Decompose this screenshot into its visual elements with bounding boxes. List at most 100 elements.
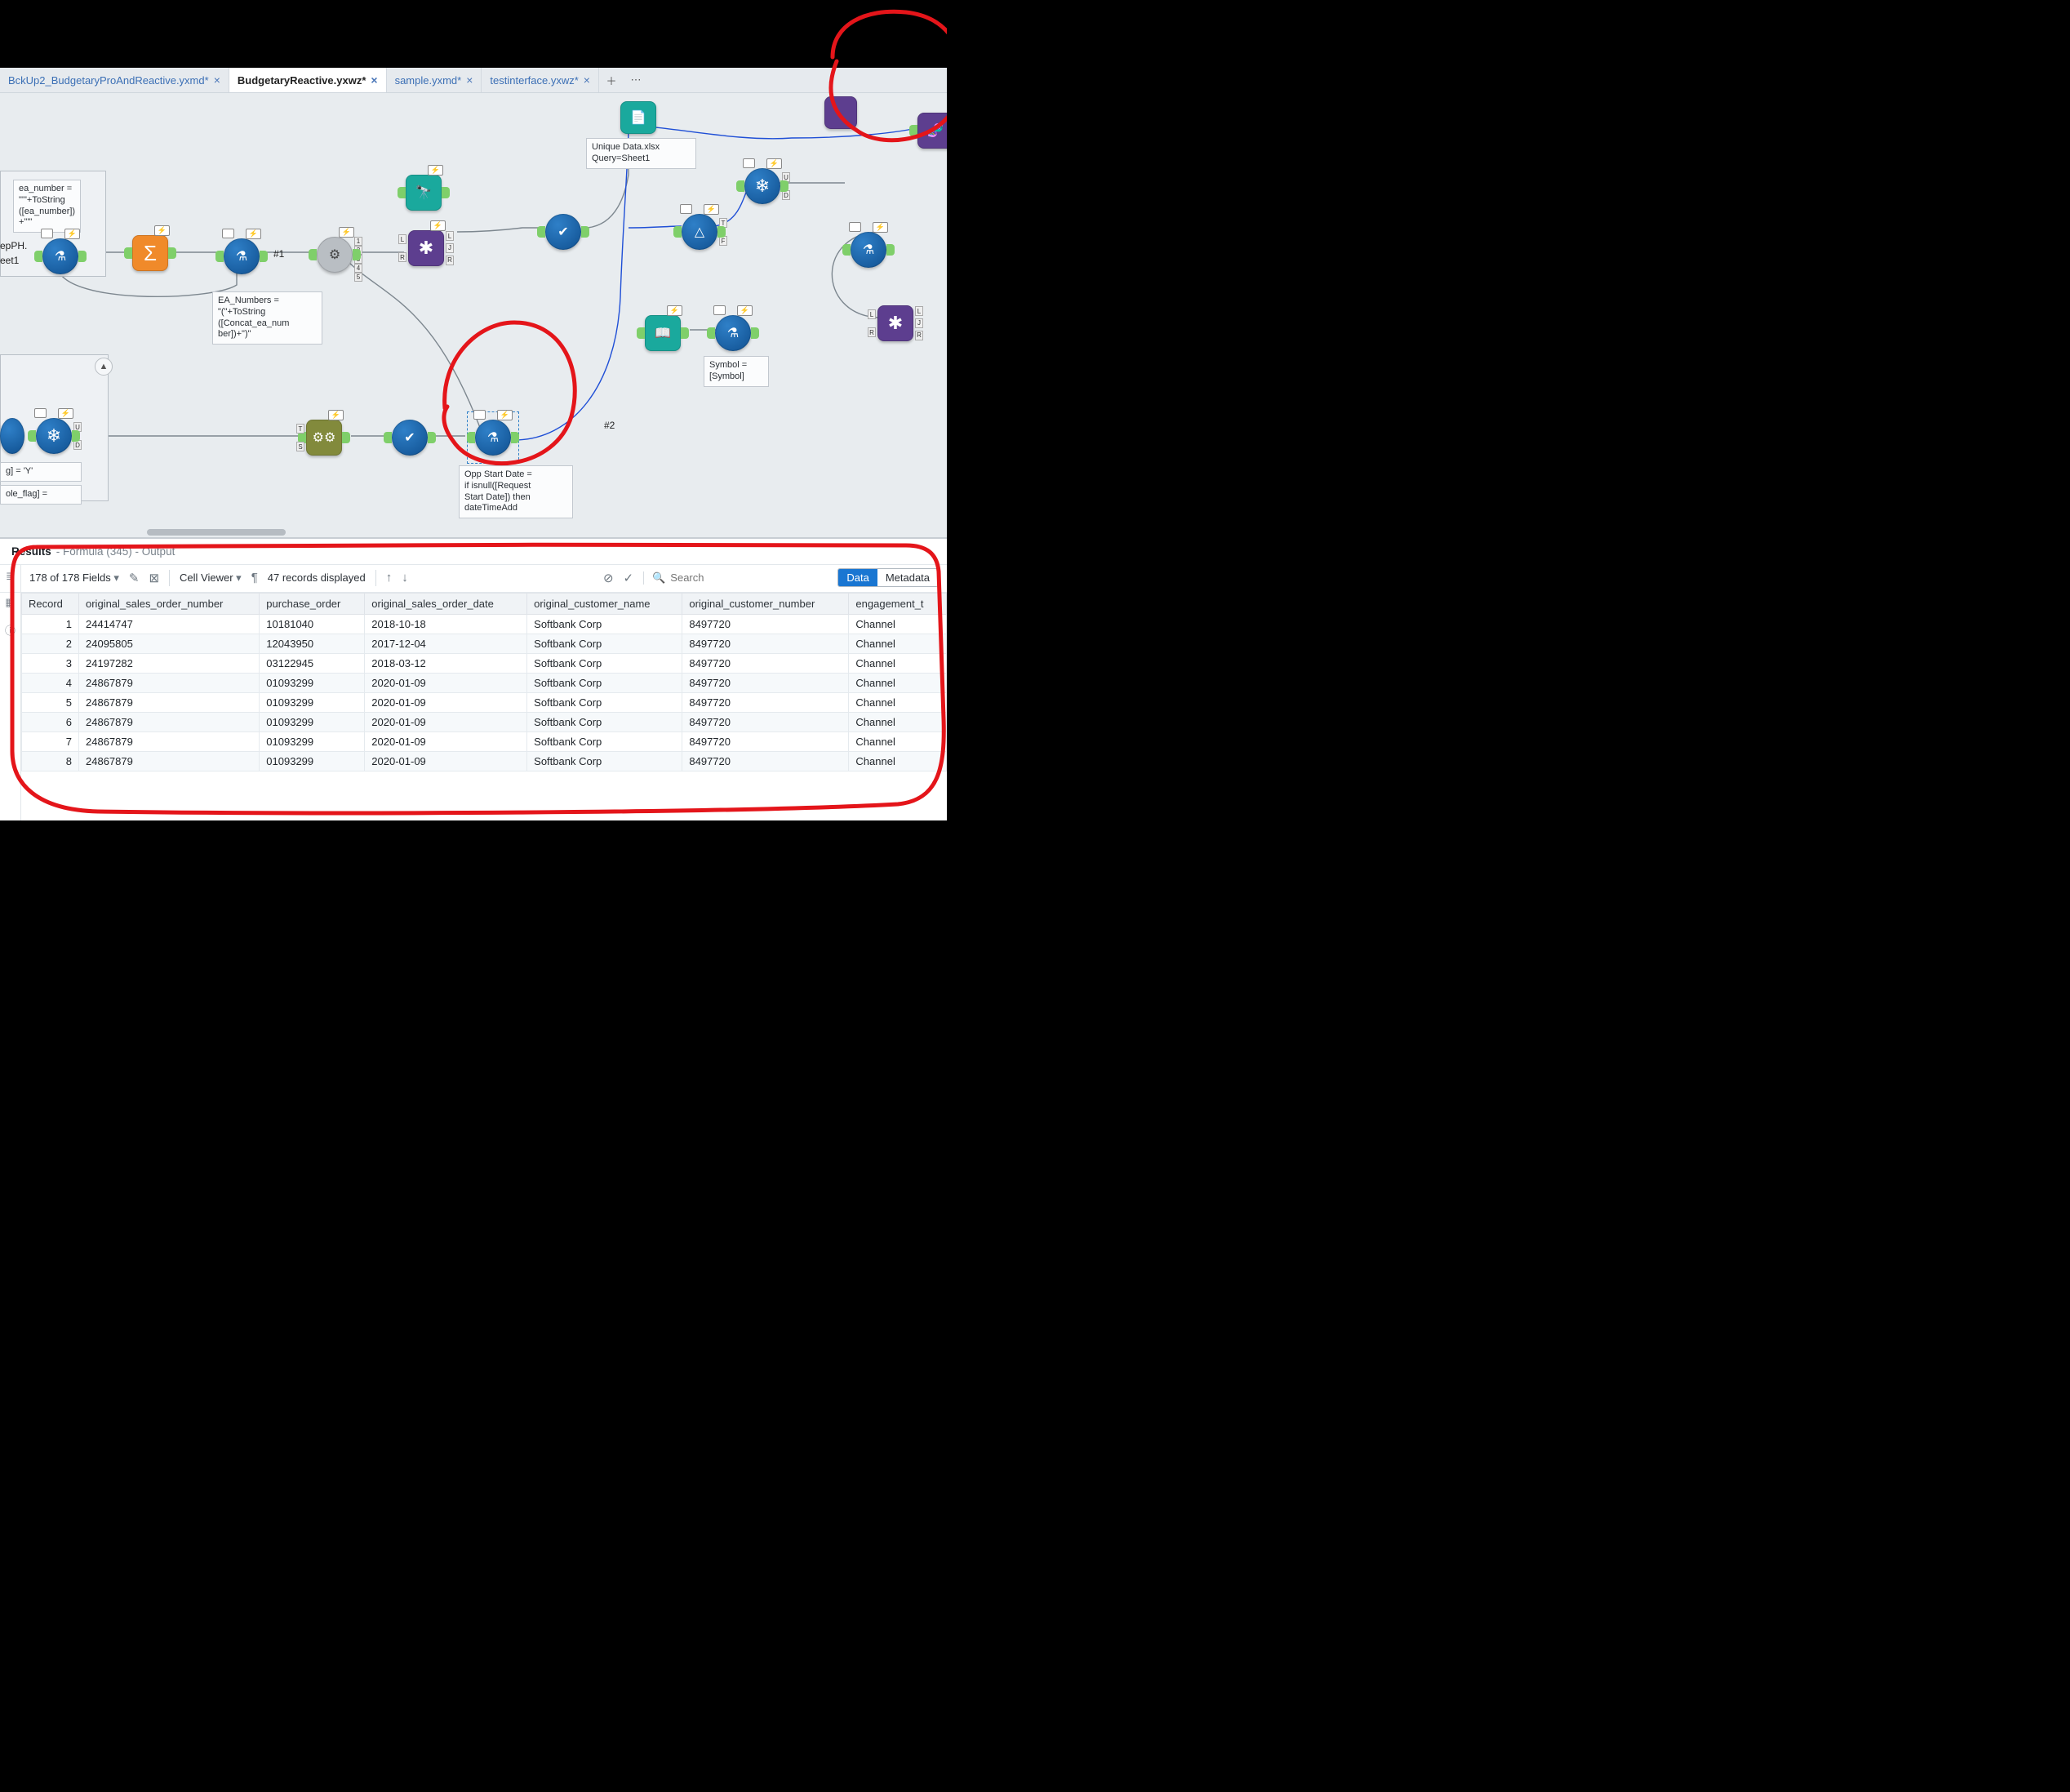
table-row[interactable]: 424867879010932992020-01-09Softbank Corp… bbox=[22, 674, 947, 693]
toggle-metadata[interactable]: Metadata bbox=[877, 569, 938, 586]
close-icon[interactable]: × bbox=[584, 74, 590, 86]
pilcrow-icon[interactable]: ¶ bbox=[251, 571, 258, 585]
book-icon: 📖 bbox=[655, 325, 671, 341]
annotation-ea-number: ea_number = "'"+ToString ([ea_number]) +… bbox=[13, 180, 81, 233]
table-cell: 2020-01-09 bbox=[365, 713, 527, 732]
partial-tool[interactable] bbox=[0, 418, 24, 454]
results-title: Results bbox=[11, 545, 51, 558]
tab-budgetary-reactive[interactable]: BudgetaryReactive.yxwz*× bbox=[229, 68, 387, 92]
filter-icon: △ bbox=[695, 224, 704, 240]
snowflake-tool-2[interactable]: Q❄UD bbox=[36, 418, 72, 454]
table-cell: 2020-01-09 bbox=[365, 732, 527, 752]
tab-overflow-button[interactable]: ⋯ bbox=[624, 68, 648, 92]
apply-icon[interactable]: ✓ bbox=[624, 571, 634, 585]
table-cell: Softbank Corp bbox=[527, 615, 682, 634]
table-cell: 03122945 bbox=[260, 654, 365, 674]
dynamic-tool[interactable]: ⚙⚙TS bbox=[306, 420, 342, 456]
list-icon[interactable]: ≣ bbox=[6, 570, 15, 583]
cell-viewer-dropdown[interactable]: Cell Viewer bbox=[180, 571, 242, 585]
table-cell: 8 bbox=[22, 752, 79, 771]
table-cell: 6 bbox=[22, 713, 79, 732]
tab-testinterface[interactable]: testinterface.yxwz*× bbox=[482, 68, 599, 92]
table-cell: Softbank Corp bbox=[527, 693, 682, 713]
search-input[interactable] bbox=[670, 571, 828, 584]
results-subtitle: - Formula (345) - Output bbox=[56, 545, 175, 558]
column-header[interactable]: purchase_order bbox=[260, 594, 365, 615]
canvas-scrollbar[interactable] bbox=[147, 529, 286, 536]
tab-sample[interactable]: sample.yxmd*× bbox=[387, 68, 482, 92]
table-cell: Softbank Corp bbox=[527, 634, 682, 654]
formula-icon: ⚗ bbox=[236, 248, 247, 265]
table-cell: 2020-01-09 bbox=[365, 693, 527, 713]
join-tool-2[interactable]: ✱LRLJR bbox=[877, 305, 913, 341]
clear-icon[interactable]: ⊠ bbox=[149, 571, 159, 585]
cancel-icon[interactable]: ⊘ bbox=[603, 571, 614, 585]
column-header[interactable]: original_sales_order_date bbox=[365, 594, 527, 615]
table-cell: 8497720 bbox=[682, 732, 849, 752]
find-replace-tool[interactable]: 🔭 bbox=[406, 175, 442, 211]
results-table-wrap[interactable]: Recordoriginal_sales_order_numberpurchas… bbox=[21, 593, 947, 771]
formula-tool-4[interactable]: Q⚗ bbox=[851, 232, 886, 268]
data-metadata-toggle[interactable]: Data Metadata bbox=[837, 568, 939, 587]
table-cell: 3 bbox=[22, 654, 79, 674]
input-data-tool[interactable]: 📄 bbox=[620, 101, 656, 134]
table-row[interactable]: 724867879010932992020-01-09Softbank Corp… bbox=[22, 732, 947, 752]
table-cell: Softbank Corp bbox=[527, 674, 682, 693]
macro-input-tool[interactable]: 📖 bbox=[645, 315, 681, 351]
table-cell: Channel bbox=[849, 693, 947, 713]
close-icon[interactable]: × bbox=[214, 74, 220, 86]
table-row[interactable]: 324197282031229452018-03-12Softbank Corp… bbox=[22, 654, 947, 674]
table-row[interactable]: 824867879010932992020-01-09Softbank Corp… bbox=[22, 752, 947, 771]
formula-tool-2[interactable]: Q⚗ bbox=[224, 238, 260, 274]
python-icon: ⚙ bbox=[329, 247, 340, 263]
summarize-tool[interactable]: Σ bbox=[132, 235, 168, 271]
table-cell: 8497720 bbox=[682, 713, 849, 732]
table-row[interactable]: 524867879010932992020-01-09Softbank Corp… bbox=[22, 693, 947, 713]
grid-icon[interactable]: ▦ bbox=[5, 596, 15, 609]
join-icon: ✱ bbox=[888, 313, 903, 334]
records-displayed: 47 records displayed bbox=[268, 571, 366, 584]
formula-tool-selected[interactable]: Q⚗ bbox=[475, 420, 511, 456]
table-cell: 01093299 bbox=[260, 693, 365, 713]
label-hash2: #2 bbox=[604, 420, 615, 431]
annotation-flag: ole_flag] = bbox=[0, 485, 82, 505]
column-header[interactable]: original_customer_name bbox=[527, 594, 682, 615]
snowflake-icon: ❄ bbox=[755, 176, 770, 197]
column-header[interactable]: original_customer_number bbox=[682, 594, 849, 615]
table-cell: 24867879 bbox=[79, 693, 260, 713]
info-icon[interactable]: ⓘ bbox=[5, 622, 16, 638]
column-header[interactable]: engagement_t bbox=[849, 594, 947, 615]
column-header[interactable]: original_sales_order_number bbox=[79, 594, 260, 615]
snowflake-icon: ❄ bbox=[47, 425, 61, 447]
snowflake-tool[interactable]: Q❄UD bbox=[744, 168, 780, 204]
dna-tool[interactable]: 🧬 bbox=[917, 113, 947, 149]
table-cell: Channel bbox=[849, 752, 947, 771]
filter-tool[interactable]: Q△TF bbox=[682, 214, 717, 250]
collapse-button[interactable]: ▲ bbox=[95, 358, 113, 376]
toggle-data[interactable]: Data bbox=[838, 569, 877, 586]
close-icon[interactable]: × bbox=[371, 74, 377, 86]
column-header[interactable]: Record bbox=[22, 594, 79, 615]
join-tool[interactable]: ✱ LRLJR bbox=[408, 230, 444, 266]
formula-tool-3[interactable]: Q⚗ bbox=[715, 315, 751, 351]
results-panel: Results - Formula (345) - Output ≣ ▦ ⓘ 1… bbox=[0, 537, 947, 820]
python-tool[interactable]: ⚙ 12345 bbox=[317, 237, 353, 273]
table-cell: Channel bbox=[849, 654, 947, 674]
new-tab-button[interactable]: ＋ bbox=[599, 68, 624, 92]
tab-bckup2[interactable]: BckUp2_BudgetaryProAndReactive.yxmd*× bbox=[0, 68, 229, 92]
table-row[interactable]: 124414747101810402018-10-18Softbank Corp… bbox=[22, 615, 947, 634]
arrow-down-icon[interactable]: ↓ bbox=[402, 571, 408, 585]
table-cell: Channel bbox=[849, 634, 947, 654]
edit-icon[interactable]: ✎ bbox=[129, 571, 140, 585]
workflow-canvas[interactable]: ea_number = "'"+ToString ([ea_number]) +… bbox=[0, 92, 947, 537]
fields-dropdown[interactable]: 178 of 178 Fields bbox=[29, 571, 119, 585]
annotation-gy: g] = 'Y' bbox=[0, 462, 82, 482]
table-row[interactable]: 224095805120439502017-12-04Softbank Corp… bbox=[22, 634, 947, 654]
select-tool-2[interactable]: ✔ bbox=[392, 420, 428, 456]
table-row[interactable]: 624867879010932992020-01-09Softbank Corp… bbox=[22, 713, 947, 732]
close-icon[interactable]: × bbox=[466, 74, 473, 86]
formula-tool[interactable]: Q⚗ bbox=[42, 238, 78, 274]
append-tool[interactable] bbox=[824, 96, 857, 129]
arrow-up-icon[interactable]: ↑ bbox=[386, 571, 393, 585]
select-tool[interactable]: ✔ bbox=[545, 214, 581, 250]
